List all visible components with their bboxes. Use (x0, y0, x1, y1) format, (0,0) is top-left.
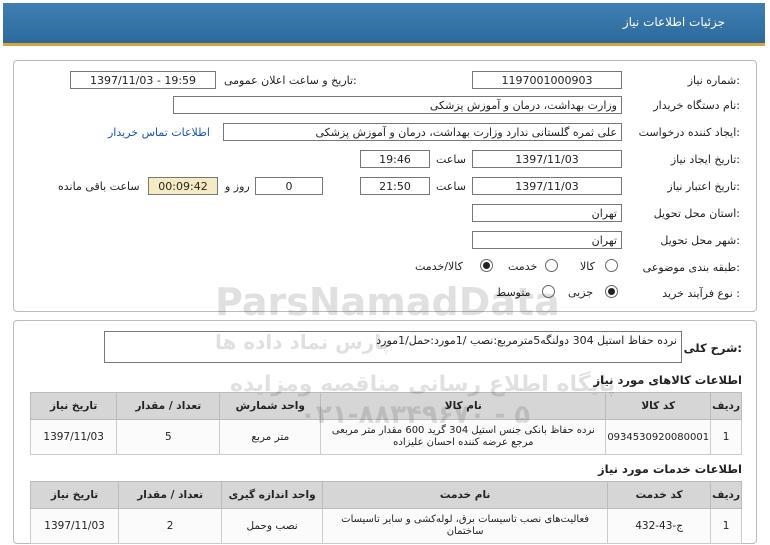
services-header-row: ردیف کد خدمت نام خدمت واحد اندازه گیری ت… (29, 481, 742, 509)
goods-cell-name: نرده حفاظ بانکی جنس استیل 304 گرید 600 م… (320, 419, 607, 455)
header-bar: جزئیات اطلاعات نیاز (3, 3, 765, 46)
create-date-field: 1397/11/03 (472, 150, 622, 168)
goods-col-qty: تعداد / مقدار (116, 392, 221, 420)
category-option-service: خدمت (508, 260, 538, 273)
description-field: نرده حفاظ استیل 304 دولنگه5مترمربع:نصب /… (104, 331, 682, 363)
services-col-unit: واحد اندازه گیری (221, 481, 324, 509)
validity-date-field: 1397/11/03 (472, 177, 622, 195)
remaining-label: ساعت باقی مانده (58, 180, 140, 193)
services-cell-qty: 2 (118, 508, 223, 544)
need-no-field: 1197001000903 (472, 71, 622, 89)
category-radio-goods[interactable] (605, 259, 618, 272)
table-row: 1 0934530920080001 نرده حفاظ بانکی جنس ا… (29, 419, 742, 455)
goods-table: ردیف کد کالا نام کالا واحد شمارش تعداد /… (29, 392, 742, 455)
purchase-radio-minor[interactable] (605, 285, 618, 298)
buyer-field: وزارت بهداشت، درمان و آموزش پزشکی (173, 96, 622, 114)
services-col-qty: تعداد / مقدار (118, 481, 223, 509)
create-time-field: 19:46 (360, 150, 430, 168)
create-date-label: تاریخ ایجاد نیاز: (670, 153, 740, 166)
services-cell-code: ج-43-432 (607, 508, 712, 544)
purchase-type-label: نوع فرآیند خرید : (662, 287, 740, 300)
creator-field: علی ثمره گلستانی ندارد وزارت بهداشت، درم… (223, 123, 622, 141)
province-field: تهران (472, 204, 622, 222)
goods-col-name: نام کالا (320, 392, 607, 420)
goods-col-unit: واحد شمارش (219, 392, 322, 420)
purchase-option-minor: جزیی (568, 286, 594, 299)
need-no-label: شماره نیاز: (687, 74, 740, 87)
goods-cell-code: 0934530920080001 (605, 419, 712, 455)
contact-buyer-link[interactable]: اطلاعات تماس خریدار (108, 126, 210, 139)
province-label: استان محل تحویل: (653, 207, 740, 220)
page-title: جزئیات اطلاعات نیاز (622, 15, 725, 29)
announce-label: تاریخ و ساعت اعلان عمومی: (224, 74, 357, 87)
purchase-radio-medium[interactable] (542, 285, 555, 298)
validity-time-field: 21:50 (360, 177, 430, 195)
goods-cell-qty: 5 (116, 419, 221, 455)
goods-col-code: کد کالا (605, 392, 712, 420)
goods-cell-row: 1 (710, 419, 742, 455)
days-field: 0 (255, 177, 323, 195)
services-col-row: ردیف (710, 481, 742, 509)
days-label: روز و (225, 180, 250, 193)
create-time-label: ساعت (436, 153, 466, 166)
validity-label: تاریخ اعتبار نیاز: (667, 180, 740, 193)
services-col-date: تاریخ نیاز (29, 481, 120, 509)
services-cell-date: 1397/11/03 (29, 508, 120, 544)
category-radio-goods-service[interactable] (480, 259, 493, 272)
goods-cell-unit: متر مربع (219, 419, 322, 455)
goods-section-title: اطلاعات کالاهای مورد نیاز (593, 373, 742, 387)
goods-col-row: ردیف (710, 392, 742, 420)
services-cell-row: 1 (710, 508, 742, 544)
goods-header-row: ردیف کد کالا نام کالا واحد شمارش تعداد /… (29, 392, 742, 420)
category-option-goods-service: کالا/خدمت (415, 260, 463, 273)
category-radio-service[interactable] (545, 259, 558, 272)
services-col-name: نام خدمت (322, 481, 609, 509)
announce-field: 1397/11/03 - 19:59 (70, 71, 216, 89)
purchase-option-medium: متوسط (496, 286, 531, 299)
services-table: ردیف کد خدمت نام خدمت واحد اندازه گیری ت… (29, 481, 742, 544)
table-row: 1 ج-43-432 فعالیت‌های نصب تاسیسات برق، ل… (29, 508, 742, 544)
category-option-goods: کالا (580, 260, 595, 273)
creator-label: ایجاد کننده درخواست: (638, 126, 740, 139)
services-cell-name: فعالیت‌های نصب تاسیسات برق، لوله‌کشی و س… (322, 508, 609, 544)
validity-time-label: ساعت (436, 180, 466, 193)
services-cell-unit: نصب وحمل (221, 508, 324, 544)
category-label: طبقه بندی موضوعی: (642, 261, 740, 274)
services-col-code: کد خدمت (607, 481, 712, 509)
services-section-title: اطلاعات خدمات مورد نیاز (598, 462, 742, 476)
goods-col-date: تاریخ نیاز (29, 392, 118, 420)
city-field: تهران (472, 231, 622, 249)
buyer-label: نام دستگاه خریدار: (653, 99, 740, 112)
remaining-time-field: 00:09:42 (148, 177, 218, 195)
goods-cell-date: 1397/11/03 (29, 419, 118, 455)
city-label: شهر محل تحویل: (660, 234, 740, 247)
